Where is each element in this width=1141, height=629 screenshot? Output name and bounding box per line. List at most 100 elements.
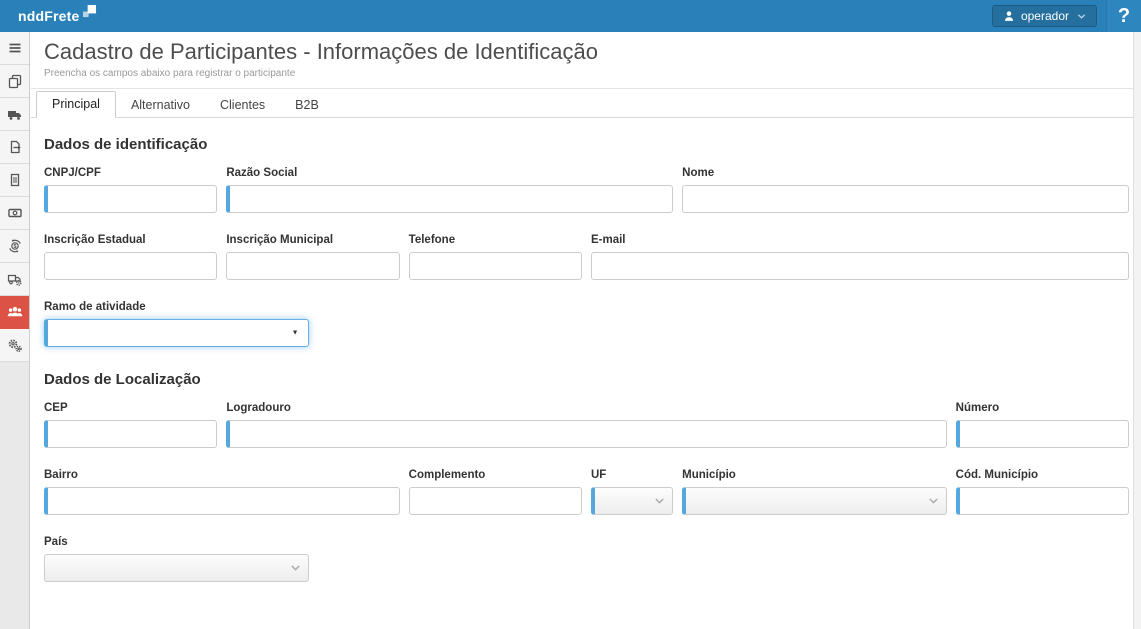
- field-group-inscricao-estadual: Inscrição Estadual: [44, 234, 218, 280]
- field-label-inscricao-municipal: Inscrição Municipal: [226, 234, 334, 246]
- document-icon: [10, 173, 19, 187]
- tab-clientes[interactable]: Clientes: [205, 93, 280, 118]
- field-label-logradouro: Logradouro: [226, 402, 291, 414]
- field-label-inscricao-estadual: Inscrição Estadual: [44, 234, 146, 246]
- field-pais[interactable]: [44, 554, 309, 582]
- field-group-ramo-de-atividade: Ramo de atividade ▼: [44, 301, 309, 347]
- field-group-bairro: Bairro: [44, 469, 400, 515]
- field-group-cep: CEP: [44, 402, 218, 448]
- sidebar-item-menu[interactable]: [0, 32, 29, 65]
- field-logradouro[interactable]: [226, 420, 947, 448]
- field-uf[interactable]: [590, 487, 674, 515]
- user-menu-label: operador: [1020, 9, 1069, 23]
- field-label-cod-municipio: Cód. Município: [955, 469, 1039, 481]
- help-button[interactable]: ?: [1106, 0, 1141, 32]
- field-label-nome: Nome: [682, 167, 715, 179]
- sidebar: $: [0, 32, 30, 629]
- sidebar-item-payments[interactable]: $: [0, 230, 29, 263]
- section-dados-de-identificacao: Dados de identificação CNPJ/CPF Razão Soci…: [44, 136, 1129, 347]
- chevron-down-icon: [291, 565, 299, 571]
- sidebar-item-participants[interactable]: [0, 296, 29, 329]
- tab-principal[interactable]: Principal: [36, 91, 116, 118]
- logo-squares-icon: [82, 5, 96, 18]
- tab-bar: Principal Alternativo Clientes B2B: [31, 89, 1133, 118]
- sidebar-item-export[interactable]: [0, 131, 29, 164]
- field-label-cnpj-cpf: CNPJ/CPF: [44, 167, 101, 179]
- truck-gear-icon: [7, 274, 22, 286]
- field-nome[interactable]: [682, 185, 1129, 213]
- copy-icon: [8, 74, 21, 89]
- field-group-inscricao-municipal: Inscrição Municipal: [226, 234, 400, 280]
- svg-text:$: $: [13, 244, 16, 250]
- gears-icon: [8, 339, 22, 352]
- chevron-down-icon: [929, 498, 938, 504]
- field-bairro[interactable]: [44, 487, 400, 515]
- main-content: Cadastro de Participantes - Informações …: [31, 32, 1133, 629]
- scrollbar-track[interactable]: [1133, 32, 1141, 629]
- sidebar-item-freight[interactable]: [0, 98, 29, 131]
- money-sync-icon: $: [8, 239, 21, 253]
- field-group-uf: UF: [590, 469, 674, 515]
- sidebar-item-documents[interactable]: [0, 65, 29, 98]
- field-label-bairro: Bairro: [44, 469, 78, 481]
- user-menu-button[interactable]: operador: [991, 5, 1097, 27]
- sidebar-item-money[interactable]: [0, 197, 29, 230]
- participant-form: Dados de identificação CNPJ/CPF Razão Soci…: [31, 118, 1133, 598]
- topbar-right: operador ?: [991, 0, 1141, 32]
- field-telefone[interactable]: [408, 252, 582, 280]
- field-razao-social[interactable]: [226, 185, 674, 213]
- section-dados-de-localizacao: Dados de Localização CEP Logradouro Número B…: [44, 371, 1129, 582]
- sidebar-item-fleet[interactable]: [0, 263, 29, 296]
- field-inscricao-estadual[interactable]: [44, 252, 218, 280]
- form-row: Ramo de atividade ▼: [44, 301, 1129, 347]
- field-group-nome: Nome: [682, 167, 1129, 213]
- export-icon: [10, 140, 21, 154]
- truck-icon: [7, 111, 21, 120]
- field-numero[interactable]: [955, 420, 1129, 448]
- tab-alternativo[interactable]: Alternativo: [116, 93, 205, 118]
- field-complemento[interactable]: [408, 487, 582, 515]
- field-email[interactable]: [590, 252, 1129, 280]
- form-row: Inscrição Estadual Inscrição Municipal Tel…: [44, 234, 1129, 280]
- section-heading-dados-de-identificacao: Dados de identificação: [44, 136, 208, 153]
- field-group-logradouro: Logradouro: [226, 402, 947, 448]
- app-logo-text: nddFrete: [18, 8, 80, 24]
- form-row: CEP Logradouro Número: [44, 402, 1129, 448]
- field-label-cep: CEP: [44, 402, 68, 414]
- field-label-numero: Número: [955, 402, 1000, 414]
- field-group-municipio: Município: [682, 469, 947, 515]
- field-label-municipio: Município: [682, 469, 736, 481]
- sidebar-item-settings[interactable]: [0, 329, 29, 362]
- users-icon: [7, 306, 22, 317]
- page-title: Cadastro de Participantes - Informações …: [44, 39, 598, 64]
- field-cod-municipio[interactable]: [955, 487, 1129, 515]
- sidebar-item-document[interactable]: [0, 164, 29, 197]
- chevron-down-icon: [1078, 14, 1085, 18]
- field-group-razao-social: Razão Social: [226, 167, 674, 213]
- top-bar: nddFrete operador ?: [0, 0, 1141, 32]
- field-inscricao-municipal[interactable]: [226, 252, 400, 280]
- field-label-complemento: Complemento: [408, 469, 486, 481]
- field-label-telefone: Telefone: [408, 234, 456, 246]
- field-municipio[interactable]: [682, 487, 947, 515]
- field-label-uf: UF: [590, 469, 607, 481]
- field-group-cod-municipio: Cód. Município: [955, 469, 1129, 515]
- section-heading-dados-de-localizacao: Dados de Localização: [44, 371, 201, 388]
- tab-b2b[interactable]: B2B: [280, 93, 334, 118]
- field-group-complemento: Complemento: [408, 469, 582, 515]
- chevron-down-icon: [655, 498, 664, 504]
- field-cep[interactable]: [44, 420, 218, 448]
- app-logo[interactable]: nddFrete: [18, 5, 97, 25]
- field-label-pais: País: [44, 536, 68, 548]
- user-icon: [1004, 11, 1013, 21]
- field-label-ramo-de-atividade: Ramo de atividade: [44, 301, 146, 313]
- field-ramo-de-atividade[interactable]: ▼: [44, 319, 309, 347]
- dropdown-arrow-icon: ▼: [291, 329, 299, 337]
- field-group-pais: País: [44, 536, 309, 582]
- field-cnpj-cpf[interactable]: [44, 185, 218, 213]
- form-row: Bairro Complemento UF Município Cód. Municíp…: [44, 469, 1129, 515]
- field-group-numero: Número: [955, 402, 1129, 448]
- page-header: Cadastro de Participantes - Informações …: [31, 32, 1133, 89]
- form-row: País: [44, 536, 1129, 582]
- field-group-cnpj-cpf: CNPJ/CPF: [44, 167, 218, 213]
